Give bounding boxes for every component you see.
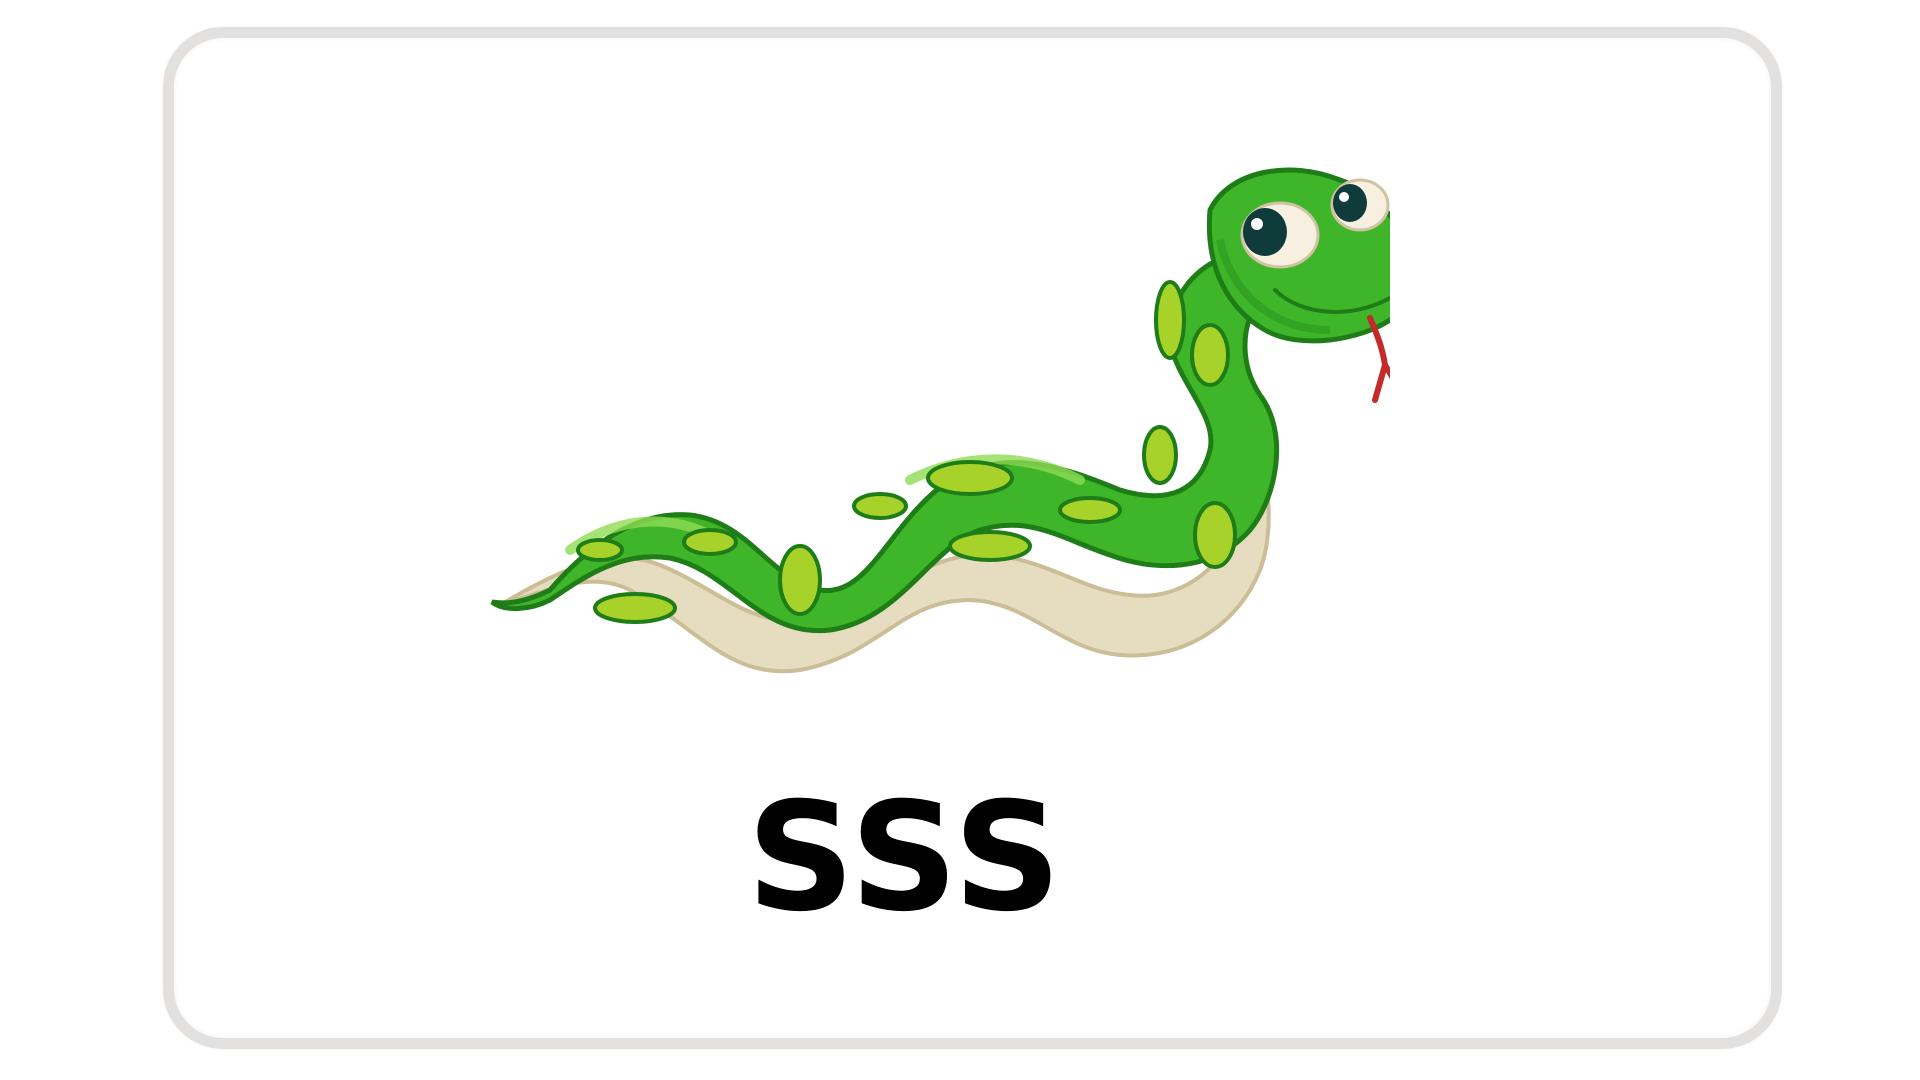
snake-illustration — [490, 167, 1390, 674]
snake-tongue — [1367, 315, 1390, 403]
card-caption: SSS — [746, 771, 1064, 945]
